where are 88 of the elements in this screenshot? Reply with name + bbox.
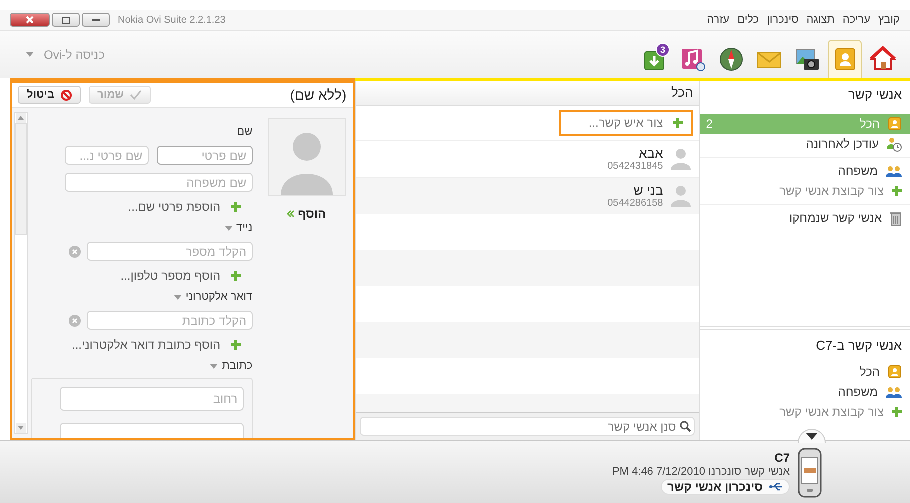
contact-phone: 0542431845 xyxy=(608,161,664,172)
menu-item[interactable]: כלים xyxy=(738,14,760,26)
plus-icon xyxy=(230,271,241,281)
sidebar-item[interactable]: משפחה xyxy=(700,161,910,181)
search-icon xyxy=(680,421,692,432)
sidebar-item[interactable]: הכל xyxy=(700,362,910,382)
plus-icon xyxy=(892,186,902,196)
input-field[interactable]: שם פרטי xyxy=(156,146,253,165)
scroll-down-button[interactable] xyxy=(16,423,26,433)
sync-button[interactable]: סינכרון אנשי קשר xyxy=(660,478,790,494)
contact-name: אבא xyxy=(638,146,664,161)
input-field[interactable]: שם משפחה xyxy=(64,173,253,192)
input-field[interactable]: שם פרטי נ... xyxy=(64,146,149,165)
contact-name: בני ש xyxy=(632,183,664,198)
sync-status: אנשי קשר סונכרנו 7/12/2010 4:46 PM xyxy=(612,466,790,478)
menu-item[interactable]: עריכה xyxy=(842,14,871,26)
maximize-button[interactable] xyxy=(52,13,80,27)
up-triangle-icon xyxy=(18,116,24,120)
menu-item[interactable]: קובץ xyxy=(878,14,900,26)
section-title: אנשי קשר xyxy=(848,87,902,102)
avatar-placeholder[interactable] xyxy=(268,118,346,196)
trash-icon xyxy=(890,210,902,226)
compass-icon xyxy=(720,48,742,71)
cancel-button[interactable]: ביטול xyxy=(18,86,81,104)
plus-icon xyxy=(230,340,241,350)
count-badge: 3 xyxy=(656,43,670,57)
sidebar-item[interactable]: משפחה xyxy=(700,382,910,402)
section-label: שם xyxy=(237,126,253,138)
section-title: אנשי קשר ב-C7 xyxy=(816,338,902,353)
double-chevron-icon xyxy=(287,210,296,218)
minimize-icon xyxy=(92,18,100,22)
square-icon xyxy=(62,16,70,24)
scrollbar[interactable] xyxy=(14,112,28,434)
person-clock-icon xyxy=(887,136,902,152)
contact-card-icon xyxy=(888,117,902,131)
section-label: כתובת xyxy=(222,360,253,372)
device-name: C7 xyxy=(774,450,790,464)
toolbar-tab[interactable]: 3 xyxy=(638,40,672,78)
people-icon xyxy=(886,165,902,177)
search-field[interactable]: סנן אנשי קשר xyxy=(360,417,696,436)
down-triangle-icon xyxy=(806,433,818,440)
sidebar-item[interactable]: צור קבוצת אנשי קשר xyxy=(700,402,910,422)
minimize-button[interactable] xyxy=(82,13,110,27)
input-field[interactable]: רחוב xyxy=(60,387,244,411)
dropdown-caret-icon[interactable] xyxy=(224,226,233,230)
section-label: דואר אלקטרוני xyxy=(186,291,253,303)
download-box-icon xyxy=(644,52,664,70)
dropdown-caret-icon[interactable] xyxy=(174,294,182,300)
menu-item[interactable]: סינכרון xyxy=(767,14,799,26)
scroll-up-button[interactable] xyxy=(16,113,26,123)
section-label: נייד xyxy=(236,222,253,234)
camera-icon xyxy=(796,50,818,70)
sidebar-item[interactable]: צור קבוצת אנשי קשר xyxy=(700,181,910,201)
plus-icon xyxy=(230,202,241,212)
clear-icon[interactable] xyxy=(68,246,81,258)
input-field[interactable]: הקלד כתובת xyxy=(86,311,253,330)
close-icon xyxy=(26,16,34,24)
home-icon xyxy=(870,46,896,70)
add-link[interactable]: הוסף מספר טלפון... xyxy=(120,269,241,283)
sidebar-item[interactable]: עודכן לאחרונה xyxy=(700,134,910,154)
music-note-icon xyxy=(682,49,705,72)
menu-item[interactable]: עזרה xyxy=(707,14,730,26)
add-photo-link[interactable]: הוסף xyxy=(281,206,332,222)
menu-item[interactable]: תצוגה xyxy=(806,14,835,26)
people-icon xyxy=(886,386,902,398)
add-link[interactable]: הוסף כתובת דואר אלקטרוני... xyxy=(72,338,241,352)
contact-phone: 0544286158 xyxy=(608,198,664,209)
clear-icon[interactable] xyxy=(68,314,81,326)
contact-card-icon xyxy=(835,48,855,70)
down-triangle-icon xyxy=(18,426,24,430)
create-contact-button[interactable]: צור איש קשר... xyxy=(559,110,694,136)
dropdown-caret-icon[interactable] xyxy=(210,364,218,368)
plus-icon xyxy=(892,407,902,417)
phone-icon xyxy=(798,448,822,498)
person-icon xyxy=(671,148,692,170)
plus-icon xyxy=(673,118,684,128)
add-link[interactable]: הוספת פרטי שם... xyxy=(128,200,241,214)
window-title: Nokia Ovi Suite 2.2.1.23 xyxy=(118,14,226,26)
usb-icon xyxy=(769,482,783,492)
editor-title: (ללא שם) xyxy=(290,87,347,103)
input-field[interactable]: הקלד מספר xyxy=(86,242,253,261)
contact-card-icon xyxy=(888,365,902,379)
sidebar-item[interactable]: אנשי קשר שנמחקו xyxy=(700,208,910,228)
check-icon xyxy=(130,90,142,100)
envelope-icon xyxy=(757,52,781,68)
person-icon xyxy=(671,185,692,207)
no-entry-icon xyxy=(60,90,72,100)
close-button[interactable] xyxy=(10,13,50,27)
